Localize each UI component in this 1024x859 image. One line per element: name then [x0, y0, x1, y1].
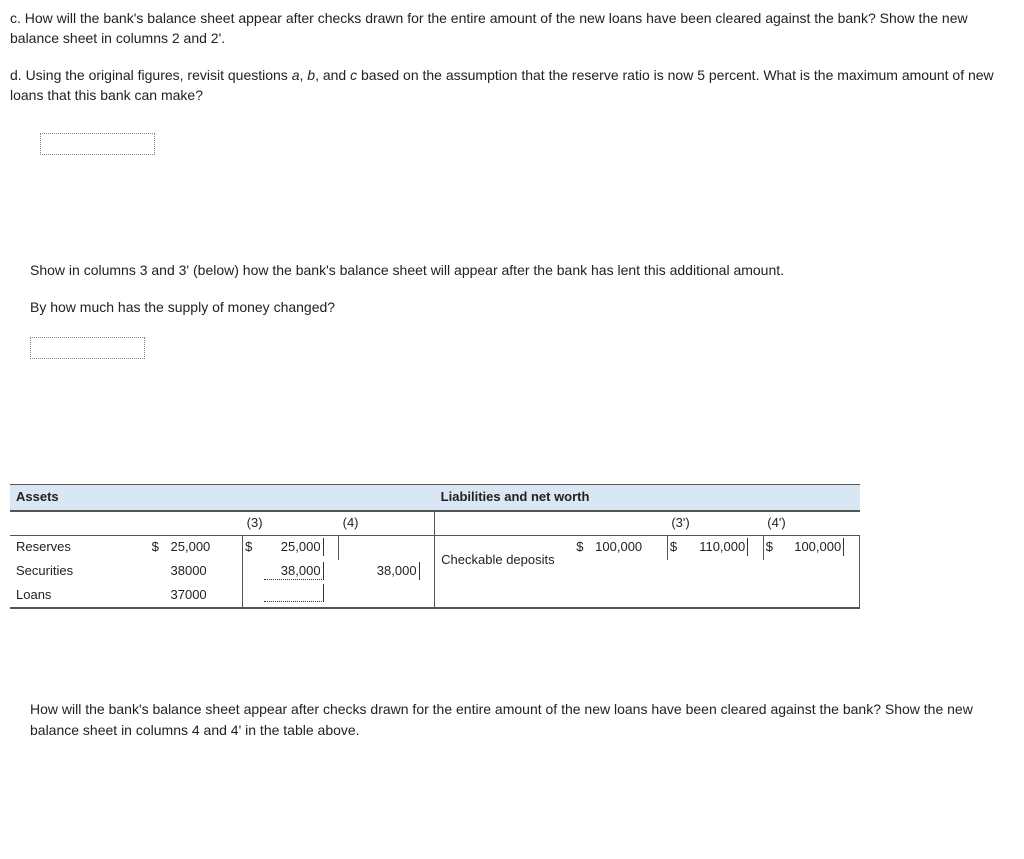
- loans-label: Loans: [10, 584, 150, 609]
- qd-b: b: [307, 67, 315, 83]
- checkable-base-value: 100,000: [595, 536, 667, 560]
- currency-symbol: $: [243, 536, 264, 560]
- column-header-row: (3) (4) (3') (4'): [10, 511, 860, 535]
- reserves-label: Reserves: [10, 536, 150, 560]
- money-supply-input[interactable]: [30, 337, 145, 359]
- qd-m2: , and: [315, 67, 350, 83]
- checkable-3p-input[interactable]: 110,000: [688, 536, 763, 560]
- balance-sheet-table: Assets Liabilities and net worth (3) (4)…: [10, 484, 860, 609]
- col-3-header: (3): [243, 511, 339, 535]
- liabilities-header: Liabilities and net worth: [435, 485, 860, 511]
- qd-pre: d. Using the original figures, revisit q…: [10, 67, 292, 83]
- col-4-header: (4): [339, 511, 435, 535]
- currency-symbol: $: [667, 536, 688, 560]
- col-3p-header: (3'): [667, 511, 763, 535]
- table-header-row: Assets Liabilities and net worth: [10, 485, 860, 511]
- qd-a: a: [292, 67, 300, 83]
- max-loans-input[interactable]: [40, 133, 155, 155]
- loans-base-value: 37000: [171, 584, 243, 609]
- question-d-text: d. Using the original figures, revisit q…: [10, 65, 1014, 106]
- table-row: Reserves $ 25,000 $ 25,000 Checkable dep…: [10, 536, 860, 560]
- securities-label: Securities: [10, 560, 150, 584]
- question-c-text: c. How will the bank's balance sheet app…: [10, 8, 1014, 49]
- loans-col3-input[interactable]: [264, 584, 339, 609]
- checkable-deposits-label: Checkable deposits: [435, 536, 575, 584]
- reserves-base-value: 25,000: [171, 536, 243, 560]
- money-supply-question: By how much has the supply of money chan…: [30, 297, 1014, 317]
- currency-symbol: $: [574, 536, 595, 560]
- currency-symbol: $: [763, 536, 784, 560]
- table-row: Loans 37000: [10, 584, 860, 609]
- show-columns-text: Show in columns 3 and 3' (below) how the…: [30, 260, 1014, 280]
- securities-base-value: 38000: [171, 560, 243, 584]
- col-4p-header: (4'): [763, 511, 859, 535]
- securities-col4-input[interactable]: 38,000: [360, 560, 435, 584]
- reserves-col3-input[interactable]: 25,000: [264, 536, 339, 560]
- assets-header: Assets: [10, 485, 435, 511]
- checkable-4p-input[interactable]: 100,000: [784, 536, 859, 560]
- final-question-text: How will the bank's balance sheet appear…: [10, 699, 1014, 740]
- currency-symbol: $: [150, 536, 171, 560]
- securities-col3-input[interactable]: 38,000: [264, 560, 339, 584]
